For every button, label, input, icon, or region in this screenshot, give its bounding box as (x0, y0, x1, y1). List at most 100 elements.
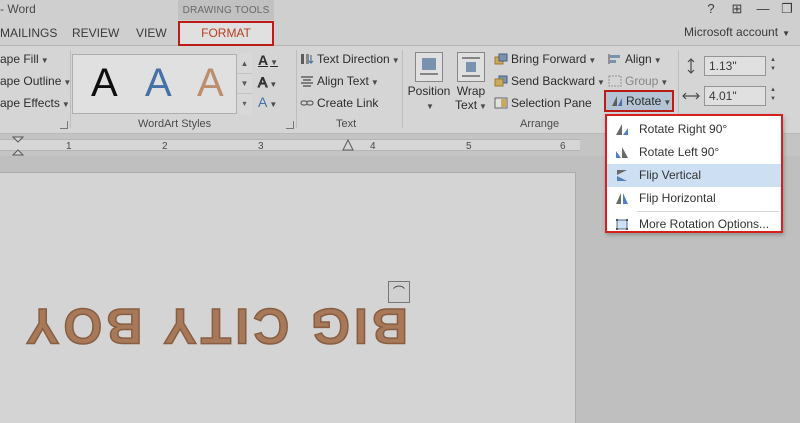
arrange-group-label: Arrange (520, 118, 560, 130)
app-title: - Word (0, 2, 36, 16)
height-spinner[interactable]: ▲ ▼ (768, 56, 778, 76)
rotate-dropdown-menu: Rotate Right 90° Rotate Left 90° Flip Ve… (605, 114, 783, 233)
tab-mailings[interactable]: MAILINGS (0, 26, 57, 40)
shape-effects-button[interactable]: ape Effects ▼ (0, 96, 70, 110)
wordart-styles-launcher-icon[interactable] (286, 121, 294, 129)
wordart-style-black[interactable]: A (91, 61, 118, 106)
chevron-down-icon: ▼ (660, 78, 669, 87)
spin-up-icon[interactable]: ▲ (768, 56, 778, 65)
tab-stop-marker-icon[interactable] (342, 139, 354, 151)
menu-item-flip-horizontal[interactable]: Flip Horizontal (607, 187, 781, 210)
scroll-up-icon[interactable]: ▲ (237, 54, 252, 74)
wordart-styles-group-label: WordArt Styles (138, 118, 212, 130)
tab-view[interactable]: VIEW (136, 26, 167, 40)
menu-item-label: Rotate Right 90° (639, 122, 728, 136)
wrap-text-label-2: Text (455, 98, 478, 112)
wordart-style-blue[interactable]: A (145, 61, 172, 106)
title-bar: - Word DRAWING TOOLS ? ⊞ — ❐ (0, 0, 800, 20)
spin-down-icon[interactable]: ▼ (768, 65, 778, 74)
text-fill-button[interactable]: A ▼ (258, 52, 278, 68)
ruler-strip: 1 2 3 4 5 6 (0, 136, 580, 156)
help-button[interactable]: ? (700, 0, 722, 18)
scroll-down-icon[interactable]: ▼ (237, 74, 252, 94)
tab-format[interactable]: FORMAT (178, 21, 274, 46)
text-effects-button[interactable]: A ▼ (258, 94, 277, 110)
menu-item-flip-vertical[interactable]: Flip Vertical (607, 164, 781, 187)
wordart-styles-gallery: A A A (72, 54, 252, 114)
selection-pane-label: Selection Pane (511, 96, 592, 110)
wordart-gallery-scroll[interactable]: ▲ ▼ ▾ (236, 54, 252, 114)
group-icon (608, 75, 622, 87)
ribbon-display-options-button[interactable]: ⊞ (726, 0, 748, 18)
gallery-more-icon[interactable]: ▾ (237, 94, 252, 114)
wordart-style-tan[interactable]: A (197, 61, 224, 106)
wrap-text-icon (457, 52, 485, 82)
chevron-down-icon: ▼ (479, 102, 487, 111)
restore-button[interactable]: ❐ (776, 0, 798, 18)
menu-item-more-rotation-options[interactable]: More Rotation Options... (607, 213, 781, 236)
spin-down-icon[interactable]: ▼ (768, 95, 778, 104)
align-button[interactable]: Align ▼ (608, 52, 662, 66)
chevron-down-icon: ▼ (61, 100, 70, 109)
ribbon-tab-row: MAILINGS REVIEW VIEW FORMAT Microsoft ac… (0, 20, 800, 46)
indent-marker-icon[interactable] (12, 136, 24, 156)
rotate-left-icon (616, 147, 628, 158)
text-group-label: Text (336, 118, 357, 130)
send-backward-button[interactable]: Send Backward ▼ (494, 74, 605, 88)
tab-review[interactable]: REVIEW (72, 26, 119, 40)
chevron-down-icon: ▼ (370, 78, 379, 87)
bring-forward-button[interactable]: Bring Forward ▼ (494, 52, 596, 66)
minimize-button[interactable]: — (752, 0, 774, 18)
group-separator (70, 50, 71, 128)
position-icon (415, 52, 443, 82)
shape-width-icon (682, 92, 700, 100)
text-direction-button[interactable]: Text Direction ▼ (300, 52, 400, 66)
account-label: Microsoft account (684, 25, 779, 39)
shape-width-field[interactable]: 4.01" (704, 86, 766, 106)
position-button[interactable]: Position ▼ (406, 52, 452, 112)
text-outline-button[interactable]: A ▼ (257, 74, 278, 91)
chevron-down-icon: ▼ (269, 80, 278, 89)
shape-outline-label: ape Outline (0, 74, 62, 88)
rotate-right-icon (616, 124, 628, 135)
align-text-button[interactable]: Align Text ▼ (300, 74, 379, 88)
spin-up-icon[interactable]: ▲ (768, 86, 778, 95)
chevron-down-icon: ▼ (653, 56, 662, 65)
menu-item-label: Rotate Left 90° (639, 145, 720, 159)
selection-pane-button[interactable]: Selection Pane (494, 96, 592, 110)
chevron-down-icon: ▼ (391, 56, 400, 65)
chevron-down-icon: ▼ (270, 58, 279, 67)
send-backward-icon (494, 75, 508, 87)
text-effects-icon: A (258, 94, 268, 110)
text-fill-icon: A (258, 52, 269, 68)
ruler-number: 2 (162, 141, 168, 152)
position-label: Position (407, 84, 451, 98)
create-link-button[interactable]: Create Link (300, 96, 378, 110)
shape-height-field[interactable]: 1.13" (704, 56, 766, 76)
wordart-text-box[interactable]: BIG CITY BOY (21, 297, 409, 355)
menu-item-rotate-left[interactable]: Rotate Left 90° (607, 141, 781, 164)
document-page[interactable]: ⌒ BIG CITY BOY (0, 172, 576, 423)
send-backward-label: Send Backward (511, 74, 596, 88)
menu-item-label: More Rotation Options... (639, 217, 770, 231)
ruler-number: 1 (66, 141, 72, 152)
width-spinner[interactable]: ▲ ▼ (768, 86, 778, 106)
bring-forward-label: Bring Forward (511, 52, 587, 66)
align-text-icon (301, 76, 313, 87)
chevron-down-icon: ▼ (597, 78, 605, 87)
account-menu[interactable]: Microsoft account ▼ (684, 25, 790, 39)
selection-pane-icon (494, 97, 508, 109)
create-link-label: Create Link (317, 96, 379, 110)
menu-separator (637, 211, 779, 212)
menu-item-rotate-right[interactable]: Rotate Right 90° (607, 118, 781, 141)
drawing-tools-context-label: DRAWING TOOLS (178, 0, 274, 20)
shape-outline-button[interactable]: ape Outline ▼ (0, 74, 71, 88)
chevron-down-icon: ▼ (782, 29, 790, 38)
group-button[interactable]: Group ▼ (608, 74, 668, 88)
shape-fill-button[interactable]: ape Fill ▼ (0, 52, 49, 66)
rotate-button[interactable]: Rotate ▼ (604, 90, 674, 112)
wrap-text-button[interactable]: Wrap Text ▼ (454, 52, 488, 112)
link-icon (300, 100, 314, 106)
shape-styles-launcher-icon[interactable] (60, 121, 68, 129)
more-rotation-icon (616, 219, 628, 230)
